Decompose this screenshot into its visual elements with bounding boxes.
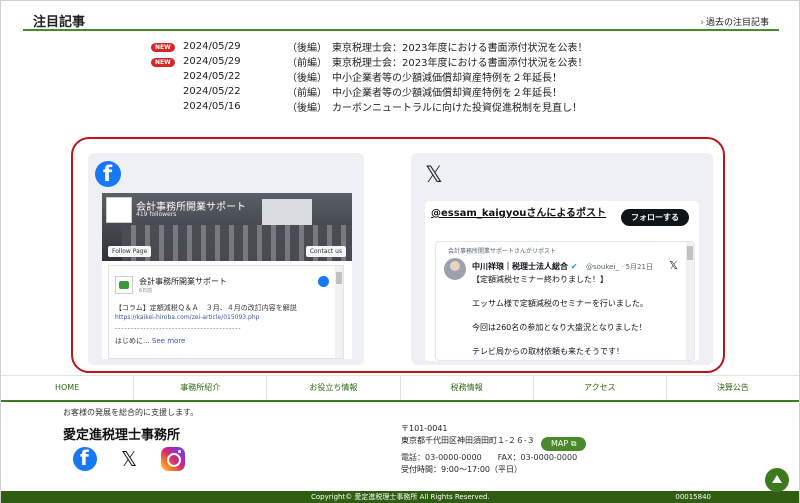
facebook-icon[interactable] xyxy=(73,446,97,471)
x-icon[interactable]: 𝕏 xyxy=(117,447,141,471)
news-item[interactable]: NEW 2024/05/29 （後編） 東京税理士会：2023年度における書面添… xyxy=(151,39,771,54)
news-date: 2024/05/22 xyxy=(183,71,241,82)
post-more: はじめに... See more xyxy=(115,336,185,346)
divider xyxy=(1,400,799,402)
footer-brand: お客様の発展を総合的に支援します。 愛定進税理士事務所 xyxy=(63,407,198,443)
news-link[interactable]: （前編） 中小企業者等の少額減価償却資産特例を２年延長！ xyxy=(287,84,562,99)
x-timeline-title[interactable]: @essam_kaigyouさんによるポスト xyxy=(431,207,611,220)
zip-code: 〒101-0041 xyxy=(401,424,448,433)
news-date: 2024/05/29 xyxy=(183,41,241,52)
post-date: 6日前 xyxy=(139,288,153,294)
copyright-bar: Copyright© 愛定進税理士事務所 All Rights Reserved… xyxy=(1,491,799,503)
news-date: 2024/05/22 xyxy=(183,86,241,97)
new-badge: NEW xyxy=(151,43,175,52)
news-header: 注目記事 › 過去の注目記事 xyxy=(23,1,779,31)
facebook-post: 会計事務所開業サポート 6日前 【コラム】定額減税Ｑ＆Ａ ３月、４月の改訂内容を… xyxy=(108,265,344,359)
facebook-cover[interactable]: 会計事務所開業サポート 419 followers Follow Page Co… xyxy=(102,193,352,261)
facebook-page-widget: 会計事務所開業サポート 419 followers Follow Page Co… xyxy=(102,193,352,359)
author-name: 中川祥琅｜税理士法人総合 xyxy=(472,262,568,271)
post-divider: ---------------------------------------- xyxy=(115,325,242,332)
x-follow-button[interactable]: フォローする xyxy=(621,209,689,226)
nav-tax-info[interactable]: 税務情報 xyxy=(401,376,534,400)
past-articles-label: 過去の注目記事 xyxy=(705,18,769,28)
post-line: テレビ局からの取材依頼も来たそうです！ xyxy=(472,347,624,356)
post-line: 今回は260名の参加となり大盛況となりました！ xyxy=(472,323,647,332)
tagline: お客様の発展を総合的に支援します。 xyxy=(63,408,199,417)
x-panel: 𝕏 @essam_kaigyouさんによるポスト フォローする 会計事務所開業サ… xyxy=(411,153,713,365)
nav-home[interactable]: HOME xyxy=(1,376,135,400)
copyright: Copyright© 愛定進税理士事務所 All Rights Reserved… xyxy=(311,493,490,501)
nav-public-notice[interactable]: 決算公告 xyxy=(667,376,799,400)
news-link[interactable]: （後編） カーボンニュートラルに向けた投資促進税制を見直し！ xyxy=(287,99,582,114)
footer-nav: HOME 事務所紹介 お役立ち情報 税務情報 アクセス 決算公告 xyxy=(1,375,799,401)
back-to-top-button[interactable] xyxy=(765,468,789,492)
x-timeline-widget: @essam_kaigyouさんによるポスト フォローする 会計事務所開業サポー… xyxy=(425,201,699,361)
map-label: MAP xyxy=(551,439,569,448)
x-post: 会計事務所開業サポートさんがリポスト 中川祥琅｜税理士法人総合 ✔ @souke… xyxy=(435,241,695,361)
map-button[interactable]: MAP ⧉ xyxy=(541,437,587,451)
avatar[interactable] xyxy=(444,258,466,280)
x-small-icon[interactable]: 𝕏 xyxy=(669,259,678,272)
post-author[interactable]: 会計事務所開業サポート xyxy=(139,276,227,287)
social-embeds-box: 会計事務所開業サポート 419 followers Follow Page Co… xyxy=(71,137,725,373)
repost-label: 会計事務所開業サポートさんがリポスト xyxy=(448,248,557,255)
past-articles-link[interactable]: › 過去の注目記事 xyxy=(700,15,769,28)
scrollbar[interactable] xyxy=(686,242,694,360)
facebook-followers: 419 followers xyxy=(136,211,177,218)
sns-links: 𝕏 xyxy=(73,446,185,471)
news-list: NEW 2024/05/29 （後編） 東京税理士会：2023年度における書面添… xyxy=(151,39,771,114)
visit-counter: 00015840 xyxy=(675,493,711,501)
post-author[interactable]: 中川祥琅｜税理士法人総合 ✔ xyxy=(472,261,578,272)
phone-fax: 電話：03-0000-0000 FAX：03-0000-0000 xyxy=(401,453,578,462)
follow-page-button[interactable]: Follow Page xyxy=(108,246,152,257)
new-badge: NEW xyxy=(151,58,175,67)
contact-us-button[interactable]: Contact us xyxy=(305,246,346,257)
nav-useful-info[interactable]: お役立ち情報 xyxy=(267,376,401,400)
firm-name: 愛定進税理士事務所 xyxy=(63,428,181,443)
post-url-link[interactable]: https://kaikei-hiroba.com/zei-article/01… xyxy=(115,314,259,321)
see-more-link[interactable]: See more xyxy=(152,337,185,345)
news-item[interactable]: 2024/05/16 （後編） カーボンニュートラルに向けた投資促進税制を見直し… xyxy=(151,99,771,114)
x-icon[interactable]: 𝕏 xyxy=(425,163,443,188)
news-date: 2024/05/29 xyxy=(183,56,241,67)
news-item[interactable]: 2024/05/22 （前編） 中小企業者等の少額減価償却資産特例を２年延長！ xyxy=(151,84,771,99)
post-handle[interactable]: @soukei_ · 5月21日 xyxy=(586,262,653,272)
news-title: 注目記事 xyxy=(33,15,86,30)
news-item[interactable]: NEW 2024/05/29 （前編） 東京税理士会：2023年度における書面添… xyxy=(151,54,771,69)
instagram-icon[interactable] xyxy=(161,447,185,471)
facebook-icon[interactable] xyxy=(95,161,121,187)
chevron-right-icon: › xyxy=(700,18,704,28)
facebook-panel: 会計事務所開業サポート 419 followers Follow Page Co… xyxy=(88,153,364,365)
scrollbar[interactable] xyxy=(335,266,343,358)
post-more-prefix: はじめに... xyxy=(115,337,152,345)
news-link[interactable]: （前編） 東京税理士会：2023年度における書面添付状況を公表！ xyxy=(287,54,587,69)
verified-icon: ✔ xyxy=(570,262,578,271)
external-link-icon: ⧉ xyxy=(570,439,577,448)
post-line: 【定額減税セミナー終わりました！】 xyxy=(472,275,608,284)
page-logo-icon xyxy=(106,197,132,223)
news-link[interactable]: （後編） 中小企業者等の少額減価償却資産特例を２年延長！ xyxy=(287,69,562,84)
facebook-small-icon xyxy=(318,276,329,287)
nav-access[interactable]: アクセス xyxy=(534,376,667,400)
news-item[interactable]: 2024/05/22 （後編） 中小企業者等の少額減価償却資産特例を２年延長！ xyxy=(151,69,771,84)
business-hours: 受付時間：9:00～17:00（平日） xyxy=(401,465,523,474)
news-date: 2024/05/16 xyxy=(183,101,241,112)
news-link[interactable]: （後編） 東京税理士会：2023年度における書面添付状況を公表！ xyxy=(287,39,587,54)
avatar[interactable] xyxy=(115,276,133,294)
post-line: エッサム様で定額減税のセミナーを行いました。 xyxy=(472,299,648,308)
nav-office[interactable]: 事務所紹介 xyxy=(134,376,268,400)
post-body: 【コラム】定額減税Ｑ＆Ａ ３月、４月の改訂内容を解説 xyxy=(115,304,297,312)
